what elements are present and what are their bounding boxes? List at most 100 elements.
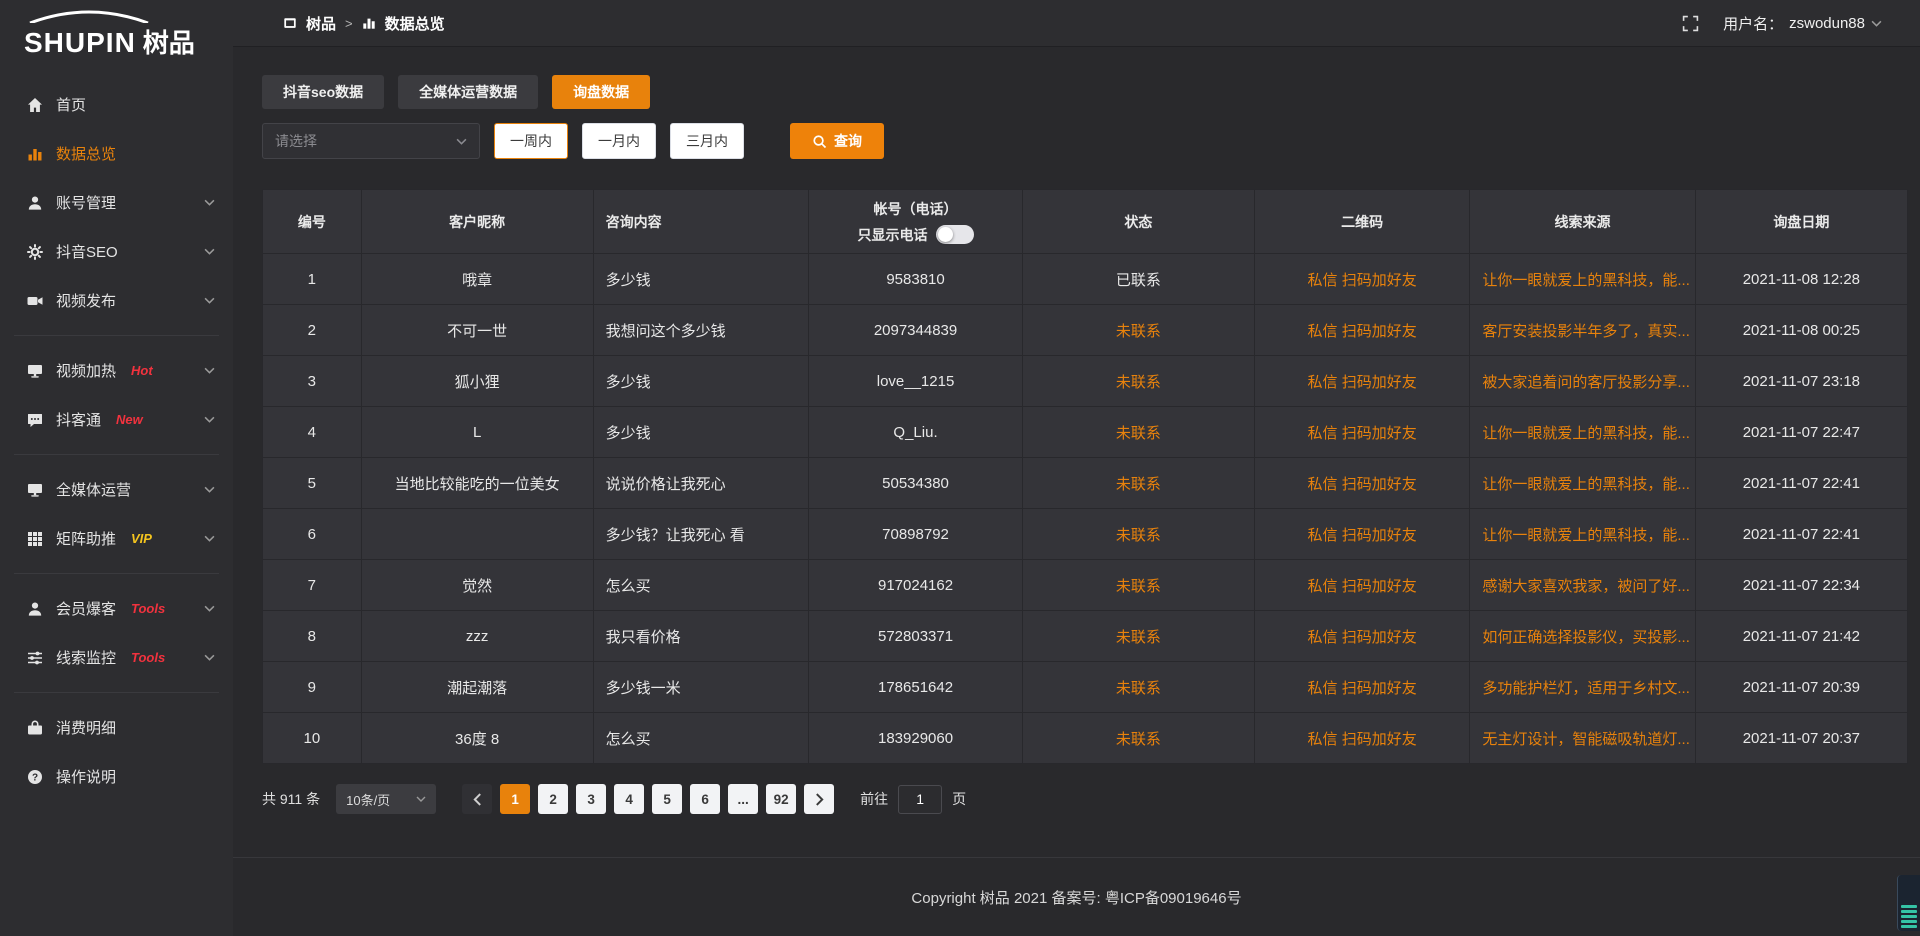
- sidebar-item-media-operation[interactable]: 全媒体运营: [0, 465, 233, 514]
- cell-account: 2097344839: [809, 305, 1023, 356]
- user-menu[interactable]: 用户名： zswodun88: [1723, 13, 1882, 34]
- sidebar-item-consume-detail[interactable]: 消费明细: [0, 703, 233, 752]
- cell-source[interactable]: 让你一眼就爱上的黑科技，能...: [1470, 509, 1695, 560]
- cell-source[interactable]: 如何正确选择投影仪，买投影...: [1470, 611, 1695, 662]
- cell-source[interactable]: 让你一眼就爱上的黑科技，能...: [1470, 407, 1695, 458]
- cell-id: 4: [263, 407, 362, 458]
- cell-date: 2021-11-07 22:47: [1695, 407, 1907, 458]
- cell-qrcode[interactable]: 私信 扫码加好友: [1254, 407, 1469, 458]
- sidebar-item-douketong[interactable]: 抖客通New: [0, 395, 233, 444]
- cell-qrcode[interactable]: 私信 扫码加好友: [1254, 458, 1469, 509]
- copyright-text: Copyright 树品 2021 备案号: 粤ICP备09019646号: [911, 887, 1241, 908]
- widget-stripe: [1901, 910, 1917, 913]
- cell-source[interactable]: 让你一眼就爱上的黑科技，能...: [1470, 458, 1695, 509]
- goto-page: 前往 页: [860, 785, 966, 814]
- sidebar-item-label: 账号管理: [56, 192, 116, 213]
- tab-1[interactable]: 抖音seo数据: [262, 75, 384, 109]
- page-buttons: 123456... 92: [500, 784, 804, 814]
- sidebar-nav: 首页数据总览账号管理抖音SEO视频发布视频加热Hot抖客通New 全媒体运营矩阵助…: [0, 80, 233, 801]
- cell-content: 说说价格让我死心: [593, 458, 808, 509]
- cell-qrcode[interactable]: 私信 扫码加好友: [1254, 509, 1469, 560]
- page-button-3[interactable]: 3: [576, 784, 606, 814]
- table-row: 5当地比较能吃的一位美女说说价格让我死心50534380未联系私信 扫码加好友让…: [263, 458, 1908, 509]
- table-row: 1哦章多少钱9583810已联系私信 扫码加好友让你一眼就爱上的黑科技，能...…: [263, 254, 1908, 305]
- range-button-1[interactable]: 一周内: [494, 123, 568, 159]
- cell-source[interactable]: 被大家追着问的客厅投影分享...: [1470, 356, 1695, 407]
- widget-stripe: [1901, 925, 1917, 928]
- cell-status: 未联系: [1022, 713, 1254, 764]
- sidebar-item-account-manage[interactable]: 账号管理: [0, 178, 233, 227]
- column-header-source: 线索来源: [1470, 190, 1695, 254]
- cell-content: 多少钱一米: [593, 662, 808, 713]
- cell-nickname: 当地比较能吃的一位美女: [361, 458, 593, 509]
- cell-account: 917024162: [809, 560, 1023, 611]
- breadcrumb-root[interactable]: 树品: [306, 13, 336, 34]
- sidebar-item-label: 首页: [56, 94, 86, 115]
- sidebar-item-video-heat[interactable]: 视频加热Hot: [0, 346, 233, 395]
- range-button-3[interactable]: 三月内: [670, 123, 744, 159]
- cell-qrcode[interactable]: 私信 扫码加好友: [1254, 560, 1469, 611]
- cell-account: 572803371: [809, 611, 1023, 662]
- account-select[interactable]: 请选择: [262, 123, 480, 159]
- chat-widget[interactable]: [1897, 875, 1920, 931]
- page-size-value: 10条/页: [346, 790, 390, 809]
- cell-source[interactable]: 感谢大家喜欢我家，被问了好...: [1470, 560, 1695, 611]
- range-button-2[interactable]: 一月内: [582, 123, 656, 159]
- cell-source[interactable]: 让你一眼就爱上的黑科技，能...: [1470, 254, 1695, 305]
- sidebar-item-badge: Tools: [131, 601, 165, 616]
- cell-source[interactable]: 多功能护栏灯，适用于乡村文...: [1470, 662, 1695, 713]
- user-icon: [26, 195, 43, 211]
- sidebar-item-label: 操作说明: [56, 766, 116, 787]
- sidebar-item-member-baoke[interactable]: 会员爆客Tools: [0, 584, 233, 633]
- breadcrumb-separator: >: [345, 16, 353, 31]
- sidebar: SHUPIN 树品 首页数据总览账号管理抖音SEO视频发布视频加热Hot抖客通N…: [0, 0, 233, 936]
- sidebar-divider: [14, 692, 219, 693]
- sidebar-item-help[interactable]: ?操作说明: [0, 752, 233, 801]
- sidebar-item-home[interactable]: 首页: [0, 80, 233, 129]
- app-window-icon: [283, 16, 297, 30]
- page-button-6[interactable]: 6: [690, 784, 720, 814]
- chevron-left-icon: [473, 793, 482, 806]
- cell-qrcode[interactable]: 私信 扫码加好友: [1254, 254, 1469, 305]
- page-button-92[interactable]: 92: [766, 784, 796, 814]
- pager-ellipsis[interactable]: ...: [728, 784, 758, 814]
- page-size-select[interactable]: 10条/页: [336, 784, 436, 814]
- cell-account: love__1215: [809, 356, 1023, 407]
- goto-page-input[interactable]: [898, 785, 942, 814]
- cell-source[interactable]: 客厅安装投影半年多了，真实...: [1470, 305, 1695, 356]
- cell-account: 183929060: [809, 713, 1023, 764]
- pagination: 共 911 条 10条/页 123456...92: [262, 784, 1908, 814]
- sidebar-item-clue-monitor[interactable]: 线索监控Tools: [0, 633, 233, 682]
- cell-qrcode[interactable]: 私信 扫码加好友: [1254, 611, 1469, 662]
- page-button-2[interactable]: 2: [538, 784, 568, 814]
- tab-2[interactable]: 全媒体运营数据: [398, 75, 538, 109]
- sidebar-item-data-overview[interactable]: 数据总览: [0, 129, 233, 178]
- sidebar-item-matrix-boost[interactable]: 矩阵助推VIP: [0, 514, 233, 563]
- search-button[interactable]: 查询: [790, 123, 884, 159]
- cell-qrcode[interactable]: 私信 扫码加好友: [1254, 713, 1469, 764]
- page-button-1[interactable]: 1: [500, 784, 530, 814]
- sidebar-item-badge: Hot: [131, 363, 153, 378]
- cell-qrcode[interactable]: 私信 扫码加好友: [1254, 356, 1469, 407]
- page-button-4[interactable]: 4: [614, 784, 644, 814]
- phone-only-toggle[interactable]: [936, 225, 974, 244]
- cell-nickname: zzz: [361, 611, 593, 662]
- tab-3[interactable]: 询盘数据: [552, 75, 650, 109]
- username-value: zswodun88: [1789, 15, 1865, 32]
- prev-page-button[interactable]: [462, 784, 492, 814]
- page-button-5[interactable]: 5: [652, 784, 682, 814]
- next-page-button[interactable]: [804, 784, 834, 814]
- fullscreen-icon[interactable]: [1682, 15, 1699, 32]
- sidebar-item-label: 抖客通: [56, 409, 101, 430]
- cell-status: 未联系: [1022, 458, 1254, 509]
- column-header-account: 帐号（电话）只显示电话: [809, 190, 1023, 254]
- cell-qrcode[interactable]: 私信 扫码加好友: [1254, 662, 1469, 713]
- cell-date: 2021-11-07 20:37: [1695, 713, 1907, 764]
- cell-qrcode[interactable]: 私信 扫码加好友: [1254, 305, 1469, 356]
- table-row: 7觉然怎么买917024162未联系私信 扫码加好友感谢大家喜欢我家，被问了好.…: [263, 560, 1908, 611]
- cell-id: 10: [263, 713, 362, 764]
- sidebar-item-video-publish[interactable]: 视频发布: [0, 276, 233, 325]
- cell-source[interactable]: 无主灯设计，智能磁吸轨道灯...: [1470, 713, 1695, 764]
- cell-status: 未联系: [1022, 611, 1254, 662]
- sidebar-item-douyin-seo[interactable]: 抖音SEO: [0, 227, 233, 276]
